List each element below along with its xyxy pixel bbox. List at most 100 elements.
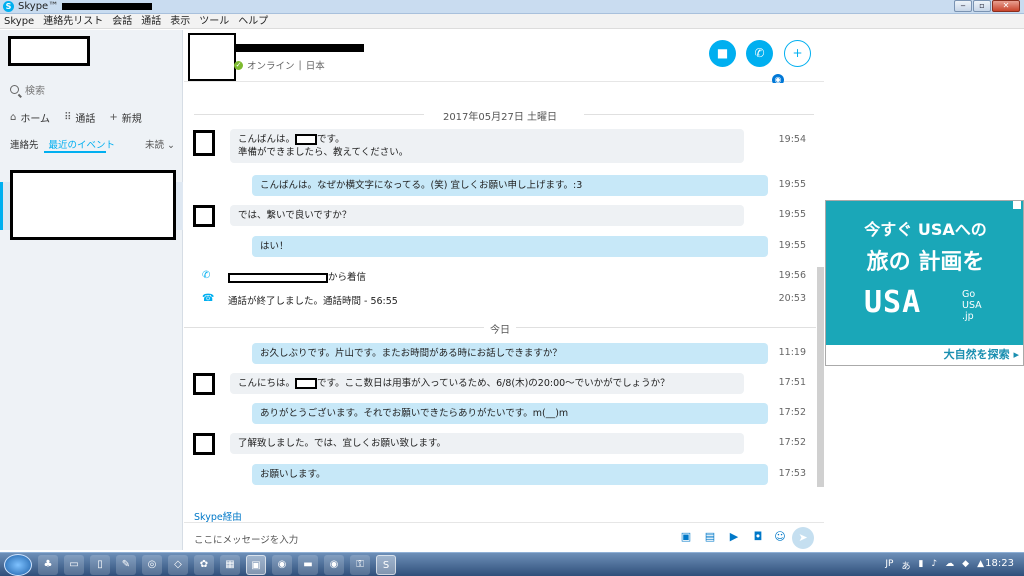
ime-icon[interactable]: あ — [901, 559, 910, 572]
sender-avatar-redacted[interactable] — [193, 373, 215, 395]
redacted-title — [62, 3, 152, 10]
taskbar-app-icon[interactable]: ◎ — [142, 555, 162, 575]
taskbar-app-icon[interactable]: ▦ — [220, 555, 240, 575]
menu-tools[interactable]: ツール — [199, 14, 229, 28]
start-button[interactable] — [4, 554, 32, 576]
folder-icon[interactable]: ▭ — [64, 555, 84, 575]
search-box[interactable]: 検索 — [10, 82, 45, 97]
tray-icon[interactable]: ▲ — [977, 559, 984, 572]
menu-view[interactable]: 表示 — [170, 14, 190, 28]
chrome-icon[interactable]: ◉ — [324, 555, 344, 575]
volume-icon[interactable]: ♪ — [931, 559, 937, 572]
taskbar-app-icon[interactable]: ▯ — [90, 555, 110, 575]
message-bubble[interactable]: はい！ — [252, 236, 768, 257]
title-bar: S Skype™ ‒ ▫ ✕ — [0, 0, 1024, 14]
nav-home-label: ホーム — [20, 114, 51, 125]
message-bubble[interactable]: お願いします。 — [252, 464, 768, 485]
tab-contacts[interactable]: 連絡先 — [10, 137, 39, 151]
message-time: 19:55 — [778, 209, 806, 220]
chrome-icon[interactable]: ◉ — [272, 555, 292, 575]
phone-icon: ✆ — [754, 46, 765, 60]
message-time: 19:56 — [778, 270, 806, 281]
send-file-icon[interactable]: ▤ — [704, 531, 716, 543]
message-time: 20:53 — [778, 293, 806, 304]
maximize-button[interactable]: ▫ — [973, 0, 991, 12]
menu-call[interactable]: 通話 — [141, 14, 161, 28]
video-call-button[interactable]: ■ — [709, 40, 736, 67]
window-title: Skype™ — [18, 1, 59, 12]
minimize-button[interactable]: ‒ — [954, 0, 972, 12]
nav-call[interactable]: ⠿ 通話 — [64, 110, 95, 125]
sender-avatar-redacted[interactable] — [193, 205, 215, 227]
taskbar-app-icon[interactable]: ♣ — [38, 555, 58, 575]
nav-home[interactable]: ⌂ ホーム — [10, 110, 50, 125]
voice-call-button[interactable]: ✆ — [746, 40, 773, 67]
system-tray: JP あ ▮ ♪ ☁ ◆ ▲ — [885, 559, 984, 572]
message-time: 11:19 — [778, 347, 806, 358]
menu-help[interactable]: ヘルプ — [238, 14, 268, 28]
menu-contacts[interactable]: 連絡先リスト — [43, 14, 103, 28]
conversation-area: 2017年05月27日 土曜日 こんばんは。 です。 準備ができましたら、教えてく… — [184, 83, 824, 523]
menu-conversation[interactable]: 会話 — [112, 14, 132, 28]
ad-logo-line: USA — [962, 300, 982, 311]
sender-avatar-redacted[interactable] — [193, 130, 215, 156]
tab-recent[interactable]: 最近のイベント — [49, 137, 116, 151]
dialpad-icon: ⠿ — [64, 112, 72, 123]
video-message-icon[interactable]: ▶ — [728, 531, 740, 543]
advertisement[interactable]: 今すぐ USAへの 旅の 計画を USA Go USA .jp 大自然を探索 ▸ — [825, 200, 1024, 366]
message-bubble[interactable]: ありがとうございます。それでお願いできたらありがたいです。m(__)m — [252, 403, 768, 424]
taskbar-clock[interactable]: 18:23 — [985, 558, 1014, 569]
ad-choices-icon[interactable] — [1013, 201, 1021, 209]
message-input[interactable]: ここにメッセージを入力 — [194, 532, 298, 546]
sidebar-nav: ⌂ ホーム ⠿ 通話 + 新規 — [10, 110, 142, 125]
tray-icon[interactable]: ☁ — [945, 559, 954, 572]
language-indicator[interactable]: JP — [885, 559, 893, 572]
network-icon[interactable]: ▮ — [918, 559, 923, 572]
message-bubble[interactable]: では、繋いで良いですか？ — [230, 205, 744, 226]
sidebar-tabs: 連絡先 最近のイベント 未読 ⌄ — [10, 137, 175, 151]
message-text: 準備ができましたら、教えてください。 — [238, 147, 409, 158]
message-time: 19:55 — [778, 240, 806, 251]
message-bubble[interactable]: こんにちは。 です。ここ数日は用事が入っているため、6/8(木)の20:00～でい… — [230, 373, 744, 394]
profile-redacted[interactable] — [8, 36, 90, 66]
send-contact-icon[interactable]: ◘ — [752, 531, 764, 543]
date-label: 2017年05月27日 土曜日 — [184, 108, 816, 123]
menu-skype[interactable]: Skype — [4, 14, 34, 28]
call-event: から着信 — [228, 269, 366, 283]
message-time: 19:54 — [778, 134, 806, 145]
sender-avatar-redacted[interactable] — [193, 433, 215, 455]
emoticon-icon[interactable]: ☺ — [774, 531, 786, 543]
message-bubble[interactable]: こんばんは。 です。 準備ができましたら、教えてください。 — [230, 129, 744, 163]
contact-avatar[interactable] — [188, 33, 236, 81]
add-people-button[interactable]: + — [784, 40, 811, 67]
send-button[interactable]: ➤ — [792, 527, 814, 549]
status-text: オンライン — [247, 61, 295, 72]
send-image-icon[interactable]: ▣ — [680, 531, 692, 543]
taskbar-app-icon[interactable]: ▣ — [246, 555, 266, 575]
chevron-down-icon: ⌄ — [167, 140, 175, 151]
nav-new[interactable]: + 新規 — [109, 110, 141, 125]
taskbar-app-icon[interactable]: ◇ — [168, 555, 188, 575]
tray-icon[interactable]: ◆ — [962, 559, 969, 572]
message-bubble[interactable]: こんばんは。なぜか横文字になってる。(笑) 宜しくお願い申し上げます。:3 — [252, 175, 768, 196]
windows-taskbar: ♣ ▭ ▯ ✎ ◎ ◇ ✿ ▦ ▣ ◉ ▬ ◉ ⚿ S JP あ ▮ ♪ ☁ ◆… — [0, 552, 1024, 576]
taskbar-app-icon[interactable]: ✎ — [116, 555, 136, 575]
nav-new-label: 新規 — [121, 114, 142, 125]
lock-icon[interactable]: ⚿ — [350, 555, 370, 575]
close-button[interactable]: ✕ — [992, 0, 1020, 12]
message-bubble[interactable]: お久しぶりです。片山です。またお時間がある時にお話しできますか？ — [252, 343, 768, 364]
message-text: では、繋いで良いですか？ — [238, 210, 352, 221]
date-separator: 今日 — [184, 321, 816, 336]
location-text: 日本 — [305, 61, 325, 72]
chat-scrollbar[interactable] — [817, 267, 824, 487]
taskbar-apps: ♣ ▭ ▯ ✎ ◎ ◇ ✿ ▦ ▣ ◉ ▬ ◉ ⚿ S — [38, 555, 396, 575]
taskbar-app-icon[interactable]: ▬ — [298, 555, 318, 575]
message-bubble[interactable]: 了解致しました。では、宜しくお願い致します。 — [230, 433, 744, 454]
recent-conversation-redacted[interactable] — [10, 170, 176, 240]
taskbar-app-icon[interactable]: ✿ — [194, 555, 214, 575]
unread-filter[interactable]: 未読 ⌄ — [145, 137, 175, 151]
contact-name-redacted[interactable] — [234, 44, 364, 52]
skype-taskbar-icon[interactable]: S — [376, 555, 396, 575]
redacted-name — [295, 134, 318, 145]
ad-cta-button[interactable]: 大自然を探索 ▸ — [826, 345, 1023, 365]
